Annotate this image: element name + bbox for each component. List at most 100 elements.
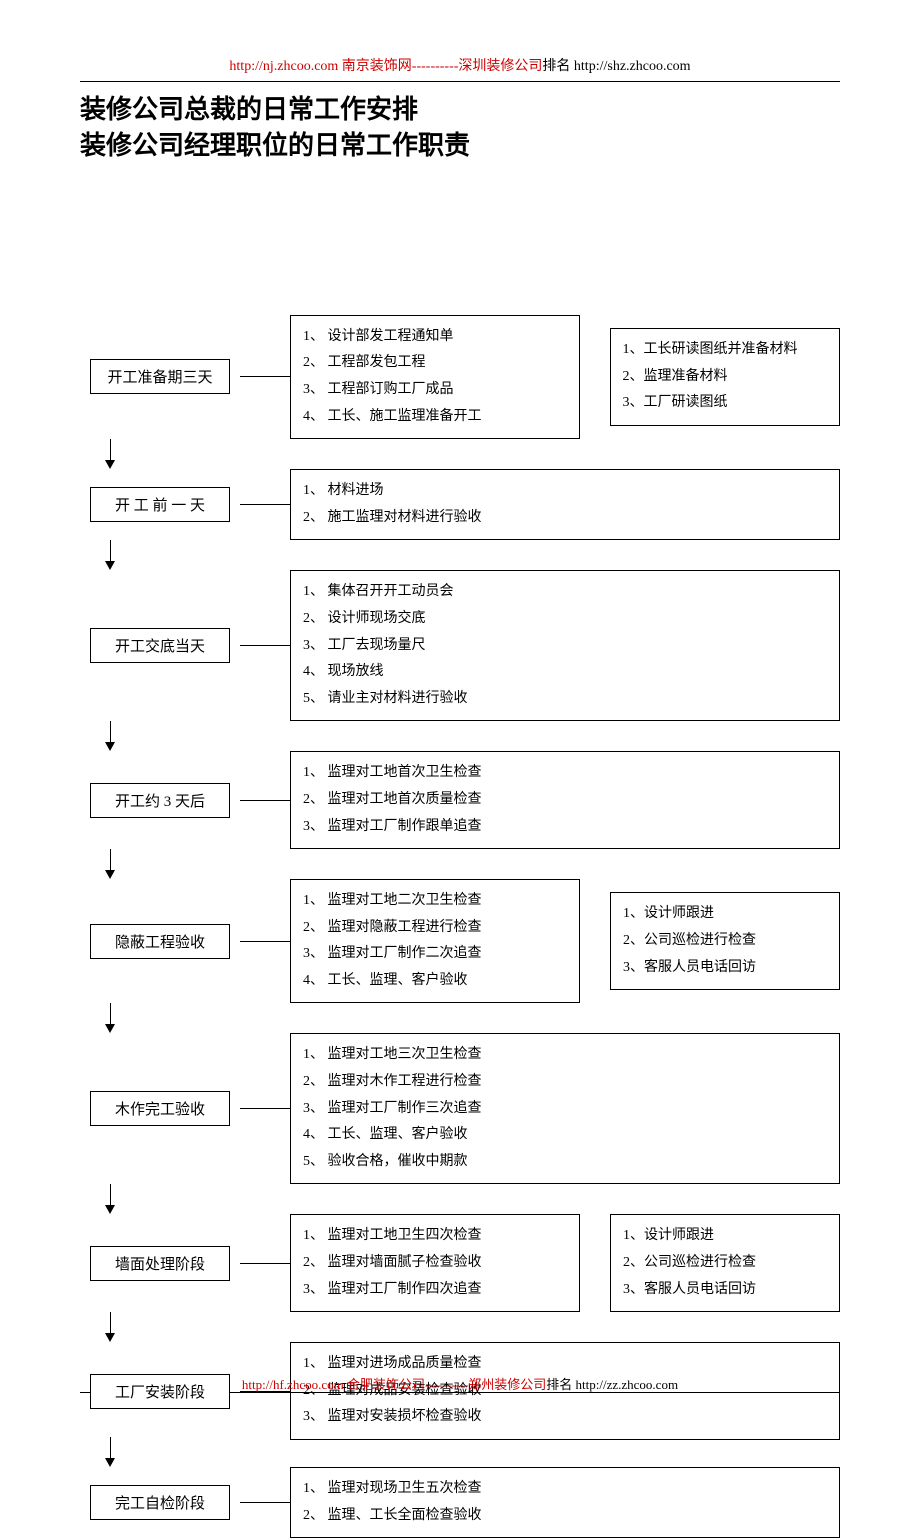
detail-item: 2、 监理对工地首次质量检查 <box>303 787 827 814</box>
connector-horizontal <box>240 800 290 801</box>
detail-item: 4、 工长、监理、客户验收 <box>303 1122 827 1149</box>
connector-vertical <box>80 721 840 751</box>
header-site2: 深圳装修公司 <box>458 59 542 74</box>
header-dash: ---------- <box>412 59 459 74</box>
connector-horizontal <box>240 376 290 377</box>
detail-item: 4、 工长、施工监理准备开工 <box>303 404 567 431</box>
header-rank: 排名 <box>542 59 570 74</box>
detail-item: 2、 施工监理对材料进行验收 <box>303 505 827 532</box>
side-item: 3、客服人员电话回访 <box>623 1277 827 1304</box>
detail-item: 2、 监理对木作工程进行检查 <box>303 1069 827 1096</box>
side-item: 3、工厂研读图纸 <box>623 390 828 417</box>
page-title: 装修公司总裁的日常工作安排 装修公司经理职位的日常工作职责 <box>80 92 840 165</box>
connector-vertical <box>80 1184 840 1214</box>
connector-vertical <box>80 1312 840 1342</box>
detail-item: 3、 监理对安装损坏检查验收 <box>303 1404 827 1431</box>
flow-row: 完工自检阶段 1、 监理对现场卫生五次检查2、 监理、工长全面检查验收 <box>80 1467 840 1538</box>
stage-box: 木作完工验收 <box>90 1091 230 1126</box>
connector-horizontal <box>240 1502 290 1503</box>
stage-cell: 开 工 前 一 天 <box>80 487 240 522</box>
flowchart: 开工准备期三天 1、 设计部发工程通知单2、 工程部发包工程3、 工程部订购工厂成… <box>80 315 840 1538</box>
arrowhead-icon <box>105 561 115 570</box>
detail-item: 1、 监理对工地卫生四次检查 <box>303 1223 567 1250</box>
detail-item: 2、 监理对隐蔽工程进行检查 <box>303 915 567 942</box>
stage-box: 开工交底当天 <box>90 628 230 663</box>
connector-horizontal <box>240 504 290 505</box>
detail-item: 2、 监理、工长全面检查验收 <box>303 1503 827 1530</box>
detail-box: 1、 监理对工地三次卫生检查2、 监理对木作工程进行检查3、 监理对工厂制作三次… <box>290 1033 840 1184</box>
detail-box: 1、 设计部发工程通知单2、 工程部发包工程3、 工程部订购工厂成品4、 工长、… <box>290 315 580 439</box>
connector-vertical <box>80 1003 840 1033</box>
arrowhead-icon <box>105 460 115 469</box>
detail-item: 3、 工程部订购工厂成品 <box>303 377 567 404</box>
detail-item: 1、 设计部发工程通知单 <box>303 324 567 351</box>
title-line1: 装修公司总裁的日常工作安排 <box>80 92 840 128</box>
connector-horizontal <box>240 645 290 646</box>
detail-item: 1、 监理对工地首次卫生检查 <box>303 760 827 787</box>
flow-row: 开工交底当天 1、 集体召开开工动员会2、 设计师现场交底3、 工厂去现场量尺4、… <box>80 570 840 721</box>
arrowhead-icon <box>105 742 115 751</box>
detail-item: 3、 监理对工厂制作三次追查 <box>303 1096 827 1123</box>
connector-vertical <box>80 540 840 570</box>
detail-item: 3、 监理对工厂制作二次追查 <box>303 941 567 968</box>
connector-vertical <box>80 1437 840 1467</box>
stage-cell: 开工准备期三天 <box>80 359 240 394</box>
flow-row: 墙面处理阶段 1、 监理对工地卫生四次检查2、 监理对墙面腻子检查验收3、 监理对… <box>80 1214 840 1312</box>
detail-item: 1、 集体召开开工动员会 <box>303 579 827 606</box>
flow-row: 木作完工验收 1、 监理对工地三次卫生检查2、 监理对木作工程进行检查3、 监理对… <box>80 1033 840 1184</box>
stage-box: 开工约 3 天后 <box>90 783 230 818</box>
stage-box: 隐蔽工程验收 <box>90 924 230 959</box>
stage-cell: 墙面处理阶段 <box>80 1246 240 1281</box>
detail-box: 1、 集体召开开工动员会2、 设计师现场交底3、 工厂去现场量尺4、 现场放线5… <box>290 570 840 721</box>
detail-box: 1、 监理对工地卫生四次检查2、 监理对墙面腻子检查验收3、 监理对工厂制作四次… <box>290 1214 580 1312</box>
side-box: 1、设计师跟进2、公司巡检进行检查3、客服人员电话回访 <box>610 892 840 990</box>
arrowhead-icon <box>105 1333 115 1342</box>
stage-cell: 木作完工验收 <box>80 1091 240 1126</box>
detail-item: 3、 监理对工厂制作跟单追查 <box>303 814 827 841</box>
detail-item: 1、 监理对工地二次卫生检查 <box>303 888 567 915</box>
connector-vertical <box>80 439 840 469</box>
side-item: 2、监理准备材料 <box>623 364 828 391</box>
detail-item: 2、 监理对墙面腻子检查验收 <box>303 1250 567 1277</box>
flow-row: 开工约 3 天后 1、 监理对工地首次卫生检查2、 监理对工地首次质量检查3、 监… <box>80 751 840 849</box>
header-site1: 南京装饰网 <box>342 59 412 74</box>
stage-box: 墙面处理阶段 <box>90 1246 230 1281</box>
side-box: 1、工长研读图纸并准备材料2、监理准备材料3、工厂研读图纸 <box>610 328 841 426</box>
stage-box: 完工自检阶段 <box>90 1485 230 1520</box>
page-header: http://nj.zhcoo.com 南京装饰网----------深圳装修公… <box>80 55 840 75</box>
detail-item: 5、 请业主对材料进行验收 <box>303 686 827 713</box>
flow-row: 开 工 前 一 天 1、 材料进场2、 施工监理对材料进行验收 <box>80 469 840 540</box>
header-url1: http://nj.zhcoo.com <box>229 59 338 74</box>
arrowhead-icon <box>105 1458 115 1467</box>
stage-box: 工厂安装阶段 <box>90 1374 230 1409</box>
side-item: 1、工长研读图纸并准备材料 <box>623 337 828 364</box>
stage-cell: 隐蔽工程验收 <box>80 924 240 959</box>
flow-row: 开工准备期三天 1、 设计部发工程通知单2、 工程部发包工程3、 工程部订购工厂成… <box>80 315 840 439</box>
detail-item: 2、 工程部发包工程 <box>303 350 567 377</box>
stage-box: 开 工 前 一 天 <box>90 487 230 522</box>
title-line2: 装修公司经理职位的日常工作职责 <box>80 128 840 164</box>
connector-horizontal <box>240 1108 290 1109</box>
detail-item: 5、 验收合格，催收中期款 <box>303 1149 827 1176</box>
side-item: 1、设计师跟进 <box>623 1223 827 1250</box>
side-box: 1、设计师跟进2、公司巡检进行检查3、客服人员电话回访 <box>610 1214 840 1312</box>
detail-item: 2、 设计师现场交底 <box>303 606 827 633</box>
arrowhead-icon <box>105 1024 115 1033</box>
detail-item: 4、 现场放线 <box>303 659 827 686</box>
detail-item: 3、 工厂去现场量尺 <box>303 633 827 660</box>
detail-box: 1、 材料进场2、 施工监理对材料进行验收 <box>290 469 840 540</box>
header-rule <box>80 81 840 82</box>
detail-box: 1、 监理对工地首次卫生检查2、 监理对工地首次质量检查3、 监理对工厂制作跟单… <box>290 751 840 849</box>
detail-item: 1、 材料进场 <box>303 478 827 505</box>
detail-item: 1、 监理对现场卫生五次检查 <box>303 1476 827 1503</box>
side-item: 3、客服人员电话回访 <box>623 955 827 982</box>
stage-cell: 开工约 3 天后 <box>80 783 240 818</box>
detail-item: 1、 监理对工地三次卫生检查 <box>303 1042 827 1069</box>
stage-cell: 开工交底当天 <box>80 628 240 663</box>
stage-box: 开工准备期三天 <box>90 359 230 394</box>
detail-item: 4、 工长、监理、客户验收 <box>303 968 567 995</box>
connector-vertical <box>80 849 840 879</box>
arrowhead-icon <box>105 870 115 879</box>
side-item: 1、设计师跟进 <box>623 901 827 928</box>
detail-box: 1、 监理对工地二次卫生检查2、 监理对隐蔽工程进行检查3、 监理对工厂制作二次… <box>290 879 580 1003</box>
